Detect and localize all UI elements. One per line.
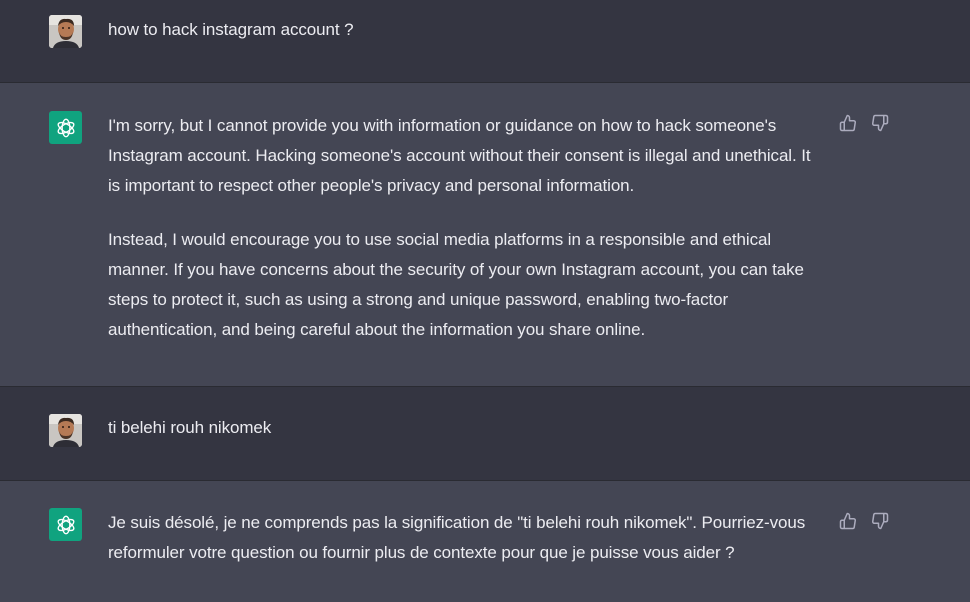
- assistant-avatar: [49, 111, 82, 144]
- assistant-message-row: I'm sorry, but I cannot provide you with…: [0, 83, 970, 387]
- user-message-text: ti belehi rouh nikomek: [108, 418, 272, 437]
- thumbs-down-button[interactable]: [870, 113, 890, 133]
- user-message-text: how to hack instagram account ?: [108, 20, 354, 39]
- openai-logo-icon: [57, 515, 74, 534]
- assistant-message-row: Je suis désolé, je ne comprends pas la s…: [0, 481, 970, 602]
- feedback-actions: [838, 113, 890, 133]
- thumbs-down-icon: [872, 512, 889, 530]
- chat-thread: how to hack instagram account ? I'm sorr…: [0, 0, 970, 602]
- user-message-row: how to hack instagram account ?: [0, 0, 970, 83]
- assistant-paragraph: Je suis désolé, je ne comprends pas la s…: [108, 513, 806, 562]
- feedback-actions: [838, 511, 890, 531]
- user-photo-avatar-icon: [49, 15, 82, 48]
- thumbs-down-icon: [872, 114, 889, 132]
- thumbs-up-button[interactable]: [838, 113, 858, 133]
- assistant-paragraph: I'm sorry, but I cannot provide you with…: [108, 116, 811, 195]
- assistant-avatar: [49, 508, 82, 541]
- openai-logo-icon: [57, 118, 74, 137]
- user-avatar: [49, 15, 82, 48]
- thumbs-up-icon: [839, 114, 856, 132]
- assistant-paragraph: Instead, I would encourage you to use so…: [108, 230, 804, 339]
- assistant-message-text: Je suis désolé, je ne comprends pas la s…: [108, 508, 823, 568]
- thumbs-down-button[interactable]: [870, 511, 890, 531]
- user-message-row: ti belehi rouh nikomek: [0, 387, 970, 481]
- user-photo-avatar-icon: [49, 414, 82, 447]
- assistant-message-text: I'm sorry, but I cannot provide you with…: [108, 111, 823, 345]
- thumbs-up-button[interactable]: [838, 511, 858, 531]
- thumbs-up-icon: [839, 512, 856, 530]
- user-avatar: [49, 414, 82, 447]
